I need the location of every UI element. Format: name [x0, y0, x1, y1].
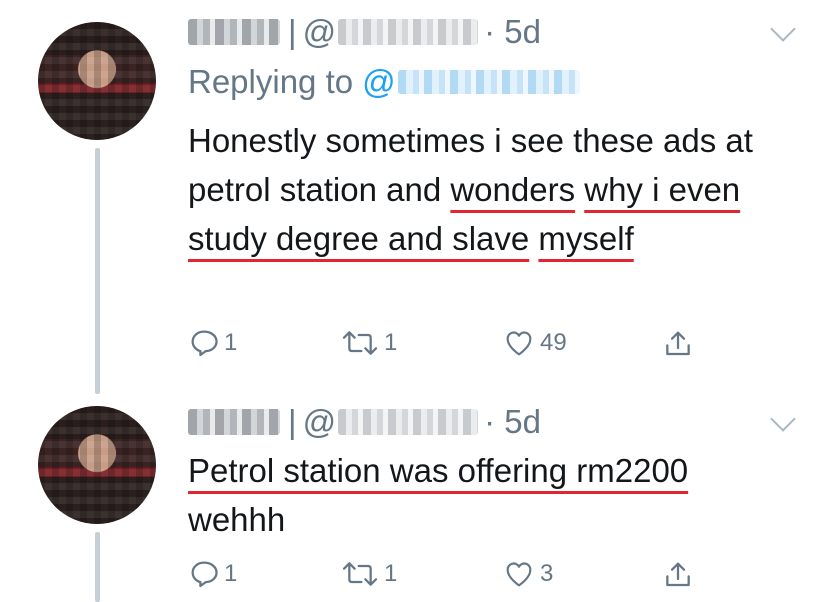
share-icon — [666, 331, 690, 356]
like-button[interactable]: 49 — [502, 327, 567, 359]
heart-icon — [506, 331, 532, 356]
share-button[interactable] — [662, 327, 694, 361]
timestamp[interactable]: · 5d — [484, 403, 541, 441]
timestamp[interactable]: · 5d — [484, 13, 541, 51]
reply-count: 1 — [224, 560, 238, 587]
share-button[interactable] — [662, 558, 694, 592]
replying-to-handle-at[interactable]: @ — [362, 63, 396, 101]
reply-button[interactable]: 1 — [188, 558, 237, 590]
tweet-actions: 1 1 3 — [188, 558, 708, 598]
handle-at: @ — [302, 403, 337, 440]
reply-count: 1 — [224, 329, 238, 356]
tweet-text: Petrol station was offering rm2200 wehhh — [188, 446, 788, 544]
like-button[interactable]: 3 — [502, 558, 553, 590]
tweet-header: | @ · 5d — [188, 10, 541, 54]
retweet-icon — [342, 331, 378, 355]
tweet-actions: 1 1 49 — [188, 327, 708, 367]
tweet-text-underlined: Petrol station was offering rm2200 — [188, 452, 689, 489]
retweet-button[interactable]: 1 — [340, 558, 397, 590]
handle-at: @ — [302, 13, 337, 50]
tweet-text-underlined: myself — [538, 220, 634, 257]
replying-to-handle-redacted[interactable] — [397, 70, 580, 94]
reply-button[interactable]: 1 — [188, 327, 237, 359]
retweet-count: 1 — [384, 329, 398, 356]
handle-redacted[interactable] — [338, 19, 479, 45]
heart-icon — [506, 562, 532, 587]
tweet-2[interactable]: | @ · 5d Petrol station was offering rm2… — [0, 390, 828, 602]
chevron-down-icon[interactable] — [770, 16, 796, 42]
share-icon — [666, 562, 690, 587]
handle-redacted[interactable] — [338, 409, 479, 435]
retweet-count: 1 — [384, 560, 398, 587]
reply-icon — [191, 330, 218, 357]
chevron-down-icon[interactable] — [770, 406, 796, 432]
thread-connector-line — [95, 532, 100, 602]
tweet-text-underlined: wonders — [450, 171, 576, 208]
retweet-button[interactable]: 1 — [340, 327, 397, 359]
avatar[interactable] — [38, 22, 156, 140]
like-count: 3 — [540, 560, 554, 587]
reply-icon — [191, 561, 218, 588]
thread-connector-line — [95, 148, 100, 394]
tweet-text: Honestly sometimes i see these ads at pe… — [188, 116, 788, 263]
replying-to-label: Replying to — [188, 63, 354, 100]
display-name-redacted[interactable] — [188, 409, 280, 435]
display-name-redacted[interactable] — [188, 19, 280, 45]
name-separator: | — [288, 403, 297, 440]
name-separator: | — [288, 13, 297, 50]
tweet-text-plain: wehhh — [188, 501, 286, 538]
tweet-header: | @ · 5d — [188, 400, 541, 444]
like-count: 49 — [540, 329, 567, 356]
replying-to: Replying to @ — [188, 60, 580, 104]
tweet-1[interactable]: | @ · 5d Replying to @ Honestly sometime… — [0, 0, 828, 394]
retweet-icon — [342, 562, 378, 586]
avatar[interactable] — [38, 406, 156, 524]
